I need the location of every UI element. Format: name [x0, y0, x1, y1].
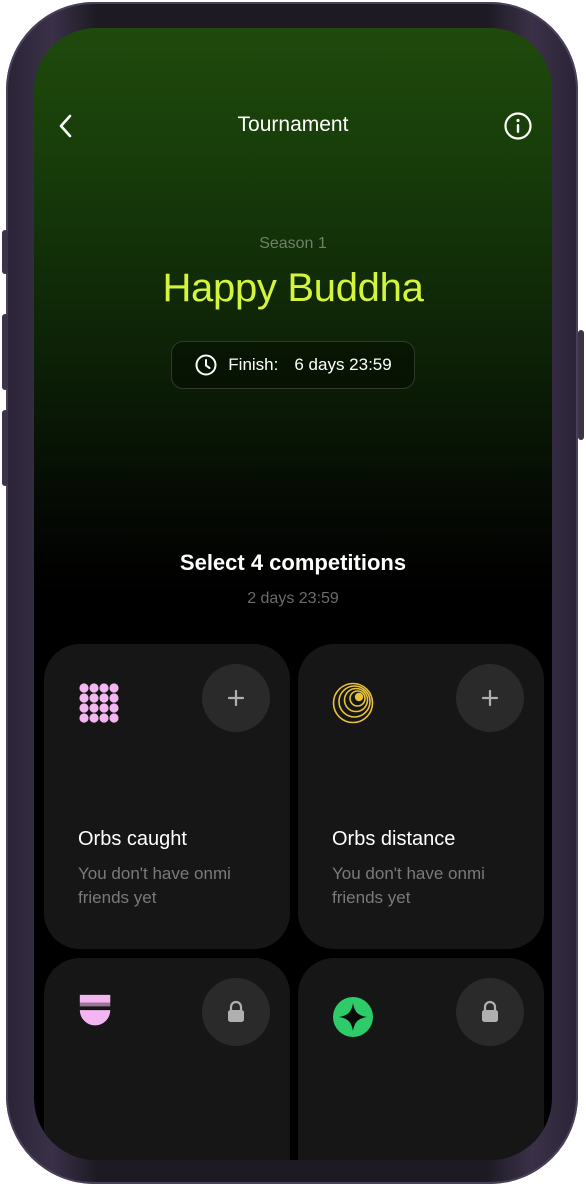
locked-indicator [456, 978, 524, 1046]
plus-icon [227, 689, 245, 707]
plus-icon [481, 689, 499, 707]
power-button [578, 330, 584, 440]
lock-icon [228, 1000, 244, 1022]
action-button [2, 230, 8, 274]
sparkle-badge-icon [333, 997, 373, 1037]
season-label: Season 1 [259, 235, 327, 252]
page-title: Tournament [237, 113, 349, 136]
add-competition-button[interactable] [202, 664, 270, 732]
competition-title: Orbs distance [332, 828, 456, 850]
add-competition-button[interactable] [456, 664, 524, 732]
screen: Tournament Season 1 Happy Buddha Finish:… [34, 28, 552, 1160]
nav-bar: Tournament [34, 106, 552, 146]
half-circle-icon [79, 994, 111, 1026]
competition-card-locked [298, 958, 544, 1160]
competition-card-locked [44, 958, 290, 1160]
competition-card-orbs-caught[interactable]: Orbs caught You don't have onmi friends … [44, 644, 290, 949]
selection-timer: 2 days 23:59 [247, 590, 339, 607]
info-button[interactable] [502, 110, 534, 142]
lock-icon [482, 1000, 498, 1022]
finish-value: 6 days 23:59 [294, 355, 392, 374]
locked-indicator [202, 978, 270, 1046]
finish-countdown: Finish: 6 days 23:59 [171, 341, 415, 389]
competition-description: You don't have onmi friends yet [78, 864, 231, 907]
volume-up-button [2, 314, 8, 390]
clock-icon [195, 354, 217, 376]
volume-down-button [2, 410, 8, 486]
concentric-rings-icon [332, 682, 374, 724]
competition-title: Orbs caught [78, 828, 187, 850]
dot-grid-icon [79, 683, 119, 723]
competition-description: You don't have onmi friends yet [332, 864, 485, 907]
finish-label: Finish: [228, 355, 279, 374]
competition-card-orbs-distance[interactable]: Orbs distance You don't have onmi friend… [298, 644, 544, 949]
tournament-name: Happy Buddha [162, 266, 424, 310]
select-competitions-title: Select 4 competitions [179, 550, 407, 575]
info-icon [504, 112, 532, 140]
